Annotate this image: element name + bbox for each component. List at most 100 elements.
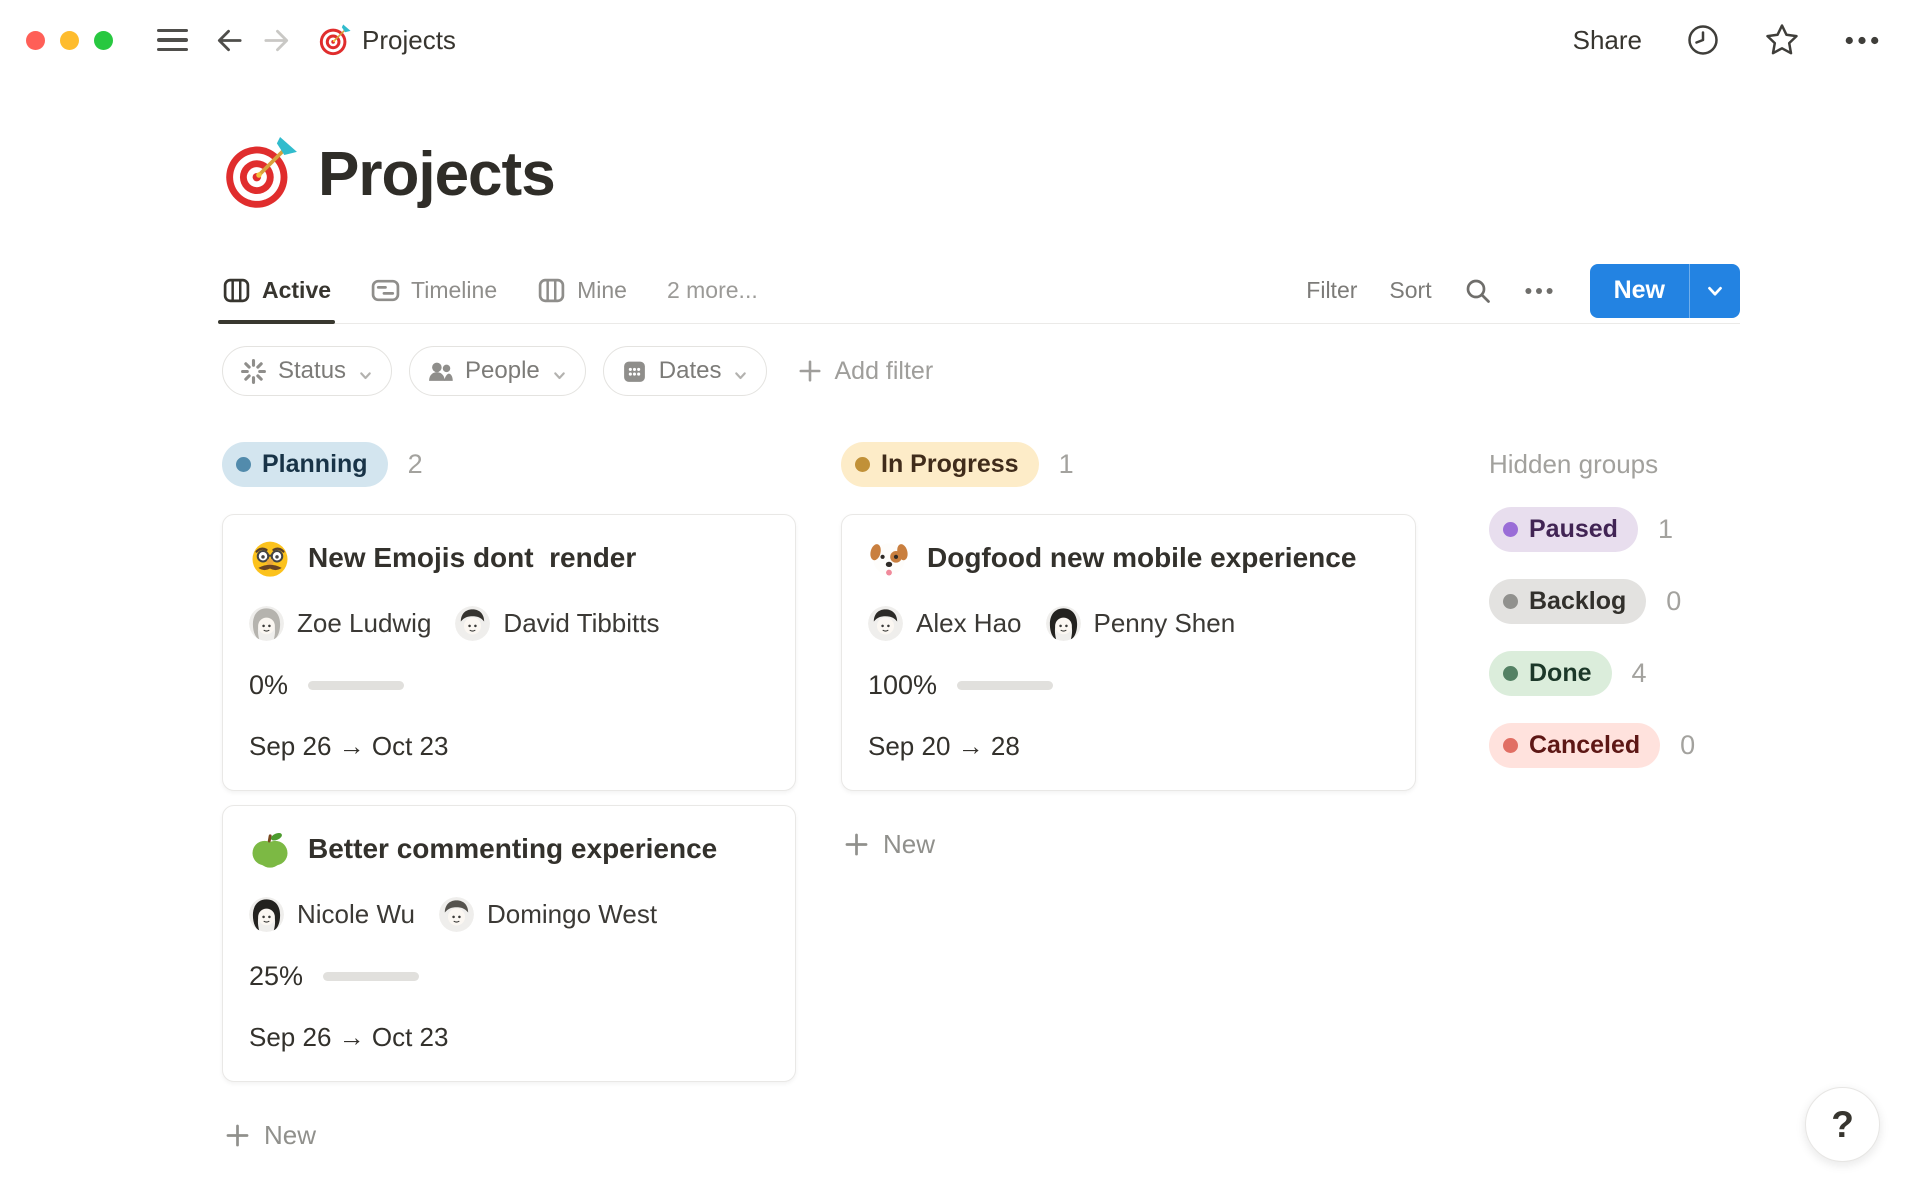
- card-dates: Sep 26 → Oct 23: [249, 731, 449, 761]
- share-button[interactable]: Share: [1573, 25, 1642, 56]
- tab-more-views[interactable]: 2 more...: [667, 258, 758, 323]
- new-dropdown-chevron-icon[interactable]: [1689, 263, 1740, 318]
- group-count: 0: [1680, 730, 1696, 760]
- card-dates: Sep 20 → 28: [868, 731, 1020, 761]
- add-card-button[interactable]: New: [222, 1114, 796, 1157]
- page-dart-emoji-icon[interactable]: [222, 136, 298, 212]
- avatar: [1046, 606, 1081, 641]
- status-pill-planning[interactable]: Planning: [222, 442, 388, 487]
- add-filter-button[interactable]: Add filter: [797, 357, 933, 386]
- assignee-name: David Tibbitts: [503, 608, 660, 638]
- assignee: Domingo West: [439, 897, 657, 932]
- dog-face-emoji-icon: [868, 537, 910, 579]
- progress-bar: [323, 972, 420, 981]
- status-dot: [855, 457, 870, 472]
- hidden-group-canceled: Canceled 0: [1489, 723, 1739, 768]
- window-topbar: Projects Share: [0, 0, 1920, 80]
- close-window-button[interactable]: [26, 30, 45, 50]
- app-window: Projects Share Projects Active Timeline …: [0, 0, 1920, 1200]
- project-card[interactable]: New Emojis dont render Zoe Ludwig David …: [222, 514, 796, 791]
- card-title: Better commenting experience: [308, 833, 718, 864]
- progress-label: 100%: [868, 670, 938, 700]
- sidebar-toggle-icon[interactable]: [157, 28, 188, 52]
- assignee-name: Domingo West: [487, 899, 658, 929]
- chevron-down-icon: [357, 363, 374, 380]
- assignee: David Tibbitts: [455, 606, 660, 641]
- filter-button[interactable]: Filter: [1306, 277, 1357, 304]
- status-pill-in-progress[interactable]: In Progress: [841, 442, 1039, 487]
- breadcrumb-label: Projects: [362, 24, 456, 55]
- avatar: [455, 606, 490, 641]
- status-filter-chip[interactable]: Status: [222, 346, 393, 396]
- add-card-button[interactable]: New: [841, 823, 1416, 866]
- project-card[interactable]: Better commenting experience Nicole Wu D…: [222, 805, 796, 1082]
- search-icon[interactable]: [1464, 277, 1492, 305]
- page-header: Projects: [222, 136, 1740, 212]
- board-view-icon: [222, 276, 251, 305]
- hidden-group-backlog: Backlog 0: [1489, 579, 1739, 624]
- status-pill-backlog[interactable]: Backlog: [1489, 579, 1647, 624]
- view-tabbar: Active Timeline Mine 2 more... Filter So…: [217, 258, 1740, 324]
- forward-icon[interactable]: [261, 25, 292, 56]
- green-apple-emoji-icon: [249, 828, 291, 870]
- dates-filter-chip[interactable]: Dates: [602, 346, 768, 396]
- tab-timeline[interactable]: Timeline: [371, 258, 497, 323]
- people-icon: [427, 358, 454, 385]
- card-title: Dogfood new mobile experience: [927, 542, 1357, 573]
- progress-bar: [957, 681, 1054, 690]
- progress-row: 0%: [249, 670, 769, 701]
- dart-emoji-icon: [318, 24, 351, 57]
- card-title: New Emojis dont render: [308, 542, 637, 573]
- zoom-window-button[interactable]: [94, 30, 113, 50]
- avatar: [868, 606, 903, 641]
- progress-row: 100%: [868, 670, 1389, 701]
- group-count: 2: [407, 449, 423, 479]
- plus-icon: [797, 358, 823, 384]
- avatar: [439, 897, 474, 932]
- topbar-actions: Share: [1573, 22, 1880, 58]
- view-options-icon[interactable]: [1524, 286, 1554, 296]
- assignee-name: Nicole Wu: [297, 899, 416, 929]
- new-button[interactable]: New: [1589, 263, 1740, 318]
- people-filter-chip[interactable]: People: [409, 346, 586, 396]
- plus-icon: [224, 1122, 251, 1149]
- breadcrumb[interactable]: Projects: [318, 24, 456, 57]
- traffic-lights: [26, 30, 113, 50]
- status-pill-canceled[interactable]: Canceled: [1489, 723, 1661, 768]
- tab-mine[interactable]: Mine: [537, 258, 627, 323]
- assignee-name: Penny Shen: [1093, 608, 1236, 638]
- group-header-planning: Planning 2: [222, 442, 796, 487]
- card-dates: Sep 26 → Oct 23: [249, 1022, 449, 1052]
- project-card[interactable]: Dogfood new mobile experience Alex Hao P…: [841, 514, 1416, 791]
- status-dot: [1503, 666, 1518, 681]
- progress-label: 25%: [249, 961, 304, 991]
- assignee: Penny Shen: [1046, 606, 1236, 641]
- status-dot: [1503, 522, 1518, 537]
- hidden-group-done: Done 4: [1489, 651, 1739, 696]
- group-count: 1: [1657, 514, 1673, 544]
- minimize-window-button[interactable]: [60, 30, 79, 50]
- sort-button[interactable]: Sort: [1389, 277, 1431, 304]
- filter-bar: Status People Dates Add filter: [222, 346, 1740, 396]
- status-spinner-icon: [240, 358, 267, 385]
- chevron-down-icon: [551, 363, 568, 380]
- status-pill-paused[interactable]: Paused: [1489, 507, 1638, 552]
- chevron-down-icon: [732, 363, 749, 380]
- view-tabs: Active Timeline Mine 2 more...: [217, 258, 758, 324]
- status-pill-done[interactable]: Done: [1489, 651, 1612, 696]
- tab-active[interactable]: Active: [217, 258, 336, 324]
- favorite-star-icon[interactable]: [1764, 22, 1800, 58]
- kanban-board: Planning 2 New Emojis dont render Zoe Lu…: [222, 442, 1740, 1157]
- assignee: Zoe Ludwig: [249, 606, 431, 641]
- updates-clock-icon[interactable]: [1686, 23, 1720, 57]
- status-dot: [1503, 738, 1518, 753]
- view-controls: Filter Sort New: [1306, 263, 1740, 318]
- back-icon[interactable]: [214, 25, 245, 56]
- avatar: [249, 897, 284, 932]
- page-title[interactable]: Projects: [318, 139, 556, 210]
- plus-icon: [843, 831, 870, 858]
- more-options-icon[interactable]: [1844, 35, 1880, 46]
- group-count: 0: [1666, 586, 1682, 616]
- group-count: 4: [1631, 658, 1647, 688]
- help-button[interactable]: ?: [1805, 1087, 1880, 1162]
